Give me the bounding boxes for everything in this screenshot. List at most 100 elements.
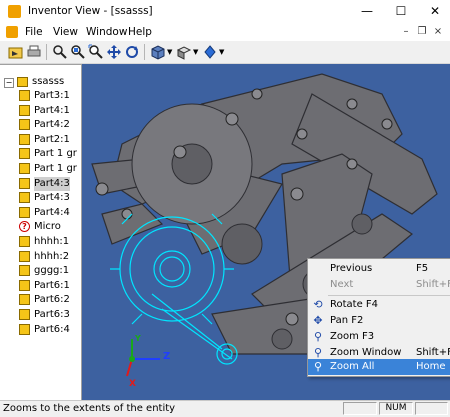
- tree-item[interactable]: Part4:3: [14, 176, 81, 191]
- zoom-window-icon: ⚲: [313, 346, 323, 359]
- tree-item-label: Part4:4: [34, 206, 70, 218]
- mdi-restore-button[interactable]: ❐: [416, 26, 428, 38]
- tree-item-label: Part2:1: [34, 133, 70, 145]
- tree-item[interactable]: Part 1 gr: [14, 147, 81, 161]
- tree-item-label: Part4:2: [34, 119, 70, 131]
- tree-item[interactable]: Part6:3: [14, 308, 81, 322]
- tree-item[interactable]: Part3:1: [14, 89, 81, 103]
- status-pane: [343, 402, 377, 415]
- print-icon[interactable]: [26, 44, 42, 60]
- zoom-all-icon: ⚲: [313, 360, 323, 373]
- pan-icon: ✥: [313, 314, 323, 327]
- rotate-icon[interactable]: [124, 44, 140, 60]
- tree-item-label: Part4:3: [34, 176, 70, 191]
- tree-item-label: Part4:1: [34, 104, 70, 116]
- menu-item-zoom[interactable]: ⚲ Zoom F3: [308, 329, 450, 345]
- part-icon: [19, 250, 30, 262]
- tree-item-label: Part6:2: [34, 294, 70, 306]
- material-icon[interactable]: [202, 44, 218, 60]
- tree-item-label: Part3:1: [34, 90, 70, 101]
- menu-help[interactable]: Help: [128, 26, 152, 38]
- zoom-all-icon[interactable]: [88, 44, 104, 60]
- document-icon[interactable]: [6, 26, 18, 38]
- close-button[interactable]: ✕: [420, 0, 450, 23]
- part-icon: [19, 90, 30, 101]
- part-icon: [19, 177, 30, 189]
- menu-item-rotate[interactable]: ⟲ Rotate F4: [308, 297, 450, 313]
- menu-item-zoom-all[interactable]: ⚲ Zoom All Home: [308, 359, 450, 375]
- menu-item-pan[interactable]: ✥ Pan F2: [308, 313, 450, 329]
- tree-root[interactable]: − ssasss: [0, 75, 81, 89]
- rotate-icon: ⟲: [313, 298, 323, 311]
- tree-item[interactable]: hhhh:2: [14, 250, 81, 264]
- unresolved-icon: ?: [19, 221, 30, 233]
- tree-item[interactable]: Part4:1: [14, 104, 81, 118]
- tree-item[interactable]: Part2:1: [14, 133, 81, 147]
- status-pane: [415, 402, 448, 415]
- mdi-minimize-button[interactable]: –: [400, 26, 412, 38]
- chevron-down-icon[interactable]: ▼: [193, 48, 198, 56]
- menu-view[interactable]: View: [53, 26, 78, 38]
- pan-icon[interactable]: [106, 44, 122, 60]
- part-icon: [19, 163, 30, 174]
- part-icon: [19, 294, 30, 306]
- tree-item[interactable]: Part6:1: [14, 279, 81, 293]
- toolbar-separator: [144, 44, 145, 60]
- open-icon[interactable]: [8, 44, 24, 60]
- part-icon: [19, 133, 30, 145]
- triad-z-label: Z: [163, 351, 171, 362]
- part-icon: [19, 148, 30, 160]
- mdi-close-button[interactable]: ×: [432, 26, 444, 38]
- tree-item[interactable]: Part4:3: [14, 191, 81, 205]
- part-icon: [19, 104, 30, 116]
- tree-item[interactable]: Part6:4: [14, 323, 81, 337]
- triad-y-label: Y: [135, 334, 141, 343]
- toolbar: ▼ ▼ ▼: [0, 41, 450, 64]
- num-lock-indicator: NUM: [379, 402, 413, 415]
- menu-item-previous[interactable]: Previous F5: [308, 261, 450, 277]
- axis-triad: [126, 339, 160, 377]
- zoom-window-icon[interactable]: [52, 44, 68, 60]
- display-style-icon[interactable]: [150, 44, 166, 60]
- context-menu[interactable]: Previous F5 Next Shift+F5 ⟲ Rotate F4 ✥ …: [307, 258, 450, 377]
- tree-item[interactable]: hhhh:1: [14, 235, 81, 249]
- toolbar-separator: [46, 44, 47, 60]
- window-title: Inventor View - [ssasss]: [28, 5, 153, 17]
- part-icon: [19, 192, 30, 204]
- chevron-down-icon[interactable]: ▼: [167, 48, 172, 56]
- tree-item-label: Part 1 gr: [34, 163, 77, 174]
- zoom-icon: ⚲: [313, 330, 323, 343]
- triad-x-label: X: [129, 379, 136, 389]
- tree-item[interactable]: Part4:4: [14, 206, 81, 220]
- tree-item[interactable]: Part4:2: [14, 118, 81, 132]
- part-icon: [19, 206, 30, 218]
- title-bar: Inventor View - [ssasss] — ☐ ✕: [0, 0, 450, 24]
- tree-item[interactable]: Part6:2: [14, 293, 81, 307]
- tree-item-label: Part6:3: [34, 309, 70, 320]
- tree-item-label: Micro: [34, 221, 61, 233]
- minimize-button[interactable]: —: [352, 0, 382, 23]
- tree-item-label: Part 1 gr: [34, 148, 77, 160]
- status-message: Zooms to the extents of the entity: [3, 403, 176, 414]
- menu-file[interactable]: File: [25, 26, 43, 38]
- tree-item-label: Part6:1: [34, 279, 70, 291]
- tree-item-label: Part6:4: [34, 323, 70, 335]
- assembly-icon: [17, 77, 28, 87]
- tree-root-label: ssasss: [32, 76, 65, 87]
- view-orientation-icon[interactable]: [176, 44, 192, 60]
- tree-item[interactable]: ? Micro: [14, 220, 81, 234]
- model-tree[interactable]: − ssasss Part3:1 Part4:1 Part4:2 Part2:1 Par…: [0, 64, 82, 401]
- app-icon: [8, 5, 21, 18]
- tree-item[interactable]: gggg:1: [14, 264, 81, 278]
- tree-item-label: hhhh:1: [34, 236, 70, 247]
- collapse-icon[interactable]: −: [4, 78, 14, 88]
- menu-window[interactable]: Window: [86, 26, 127, 38]
- zoom-in-icon[interactable]: [70, 44, 86, 60]
- menu-bar: File View Window Help – ❐ ×: [0, 23, 450, 41]
- part-icon: [19, 279, 30, 291]
- tree-item[interactable]: Part 1 gr: [14, 162, 81, 176]
- menu-item-next[interactable]: Next Shift+F5: [308, 277, 450, 293]
- chevron-down-icon[interactable]: ▼: [219, 48, 224, 56]
- maximize-button[interactable]: ☐: [386, 0, 416, 23]
- part-icon: [19, 265, 30, 277]
